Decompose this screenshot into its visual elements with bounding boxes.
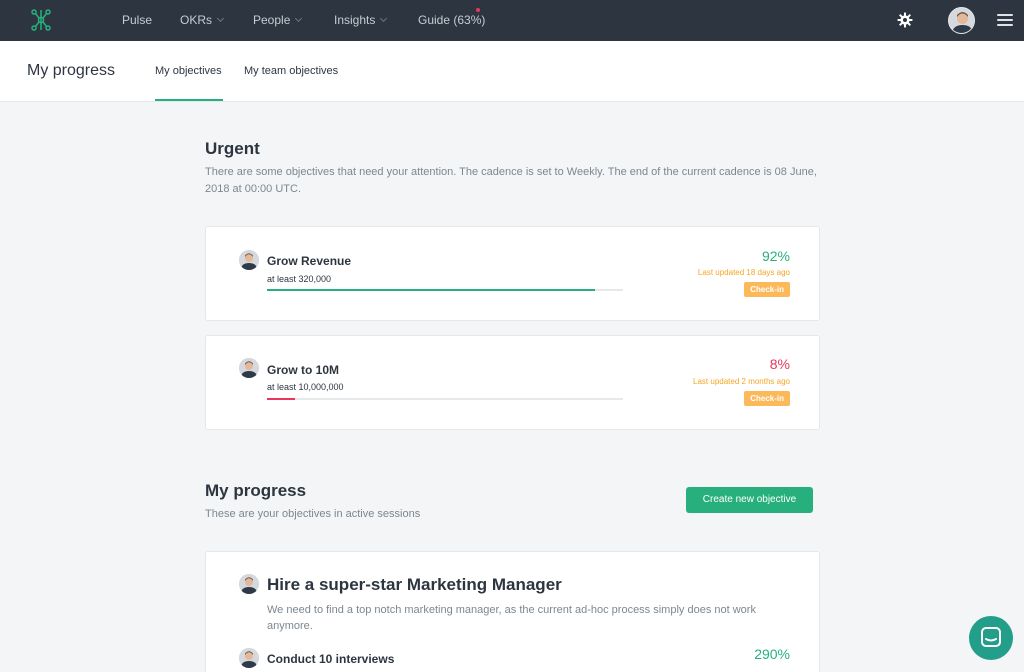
tab-my-team-objectives[interactable]: My team objectives xyxy=(244,65,338,77)
owner-avatar-icon xyxy=(239,250,259,270)
progress-bar-fill xyxy=(267,398,296,400)
urgent-description: There are some objectives that need your… xyxy=(205,166,817,195)
check-in-button[interactable]: Check-in xyxy=(744,391,790,406)
gear-icon[interactable] xyxy=(897,12,913,28)
urgent-title: Urgent xyxy=(205,139,260,158)
chat-launcher-button[interactable] xyxy=(969,616,1013,660)
page-title: My progress xyxy=(27,62,116,79)
owner-avatar xyxy=(239,250,259,270)
my-progress-title: My progress xyxy=(205,481,307,500)
objective-card[interactable]: Hire a super-star Marketing Manager We n… xyxy=(205,551,820,672)
urgent-objective-card[interactable]: Grow Revenue at least 320,000 92% Last u… xyxy=(205,226,820,321)
top-navbar: Pulse OKRs People Insights Guide (63%) xyxy=(0,0,1024,41)
chevron-down-icon xyxy=(216,14,225,23)
notification-dot xyxy=(476,8,480,12)
owner-avatar xyxy=(239,648,259,668)
owner-avatar-icon xyxy=(239,648,259,668)
nav-pulse[interactable]: Pulse xyxy=(122,13,152,27)
user-avatar[interactable] xyxy=(948,7,975,34)
owner-avatar-icon xyxy=(239,574,259,594)
nav-guide[interactable]: Guide (63%) xyxy=(418,13,485,27)
nav-okrs[interactable]: OKRs xyxy=(180,13,225,27)
active-tab-indicator xyxy=(155,99,223,101)
objective-target: at least 10,000,000 xyxy=(267,382,344,392)
key-result-title[interactable]: Conduct 10 interviews xyxy=(267,652,394,666)
objective-target: at least 320,000 xyxy=(267,274,332,284)
logo-icon[interactable] xyxy=(30,8,52,32)
owner-avatar-icon xyxy=(239,358,259,378)
objective-title[interactable]: Grow Revenue xyxy=(267,254,351,268)
progress-percent: 92% xyxy=(761,248,790,264)
last-updated: Last updated 18 days ago xyxy=(697,268,790,277)
last-updated: Last updated 2 months ago xyxy=(693,377,790,386)
create-objective-button[interactable]: Create new objective xyxy=(686,487,813,513)
objective-title[interactable]: Grow to 10M xyxy=(267,363,339,377)
key-result-percent: 290% xyxy=(754,646,790,662)
objective-description: We need to find a top notch marketing ma… xyxy=(267,604,756,632)
objective-title[interactable]: Hire a super-star Marketing Manager xyxy=(267,575,562,595)
owner-avatar xyxy=(239,358,259,378)
progress-bar xyxy=(267,398,623,400)
hamburger-icon[interactable] xyxy=(997,14,1013,26)
chevron-down-icon xyxy=(295,14,303,23)
urgent-objective-card[interactable]: Grow to 10M at least 10,000,000 8% Last … xyxy=(205,335,820,430)
progress-percent: 8% xyxy=(769,356,790,372)
user-avatar-icon xyxy=(949,8,974,33)
chevron-down-icon xyxy=(380,14,388,23)
my-progress-description: These are your objectives in active sess… xyxy=(205,508,421,520)
sub-header: My progress My objectives My team object… xyxy=(0,41,1024,102)
nav-people[interactable]: People xyxy=(253,13,303,27)
chat-icon xyxy=(981,627,1001,647)
check-in-button[interactable]: Check-in xyxy=(744,282,790,297)
progress-bar xyxy=(267,289,623,291)
tab-my-objectives[interactable]: My objectives xyxy=(155,65,222,77)
owner-avatar xyxy=(239,574,259,594)
progress-bar-fill xyxy=(267,289,595,291)
nav-insights[interactable]: Insights xyxy=(334,13,388,27)
